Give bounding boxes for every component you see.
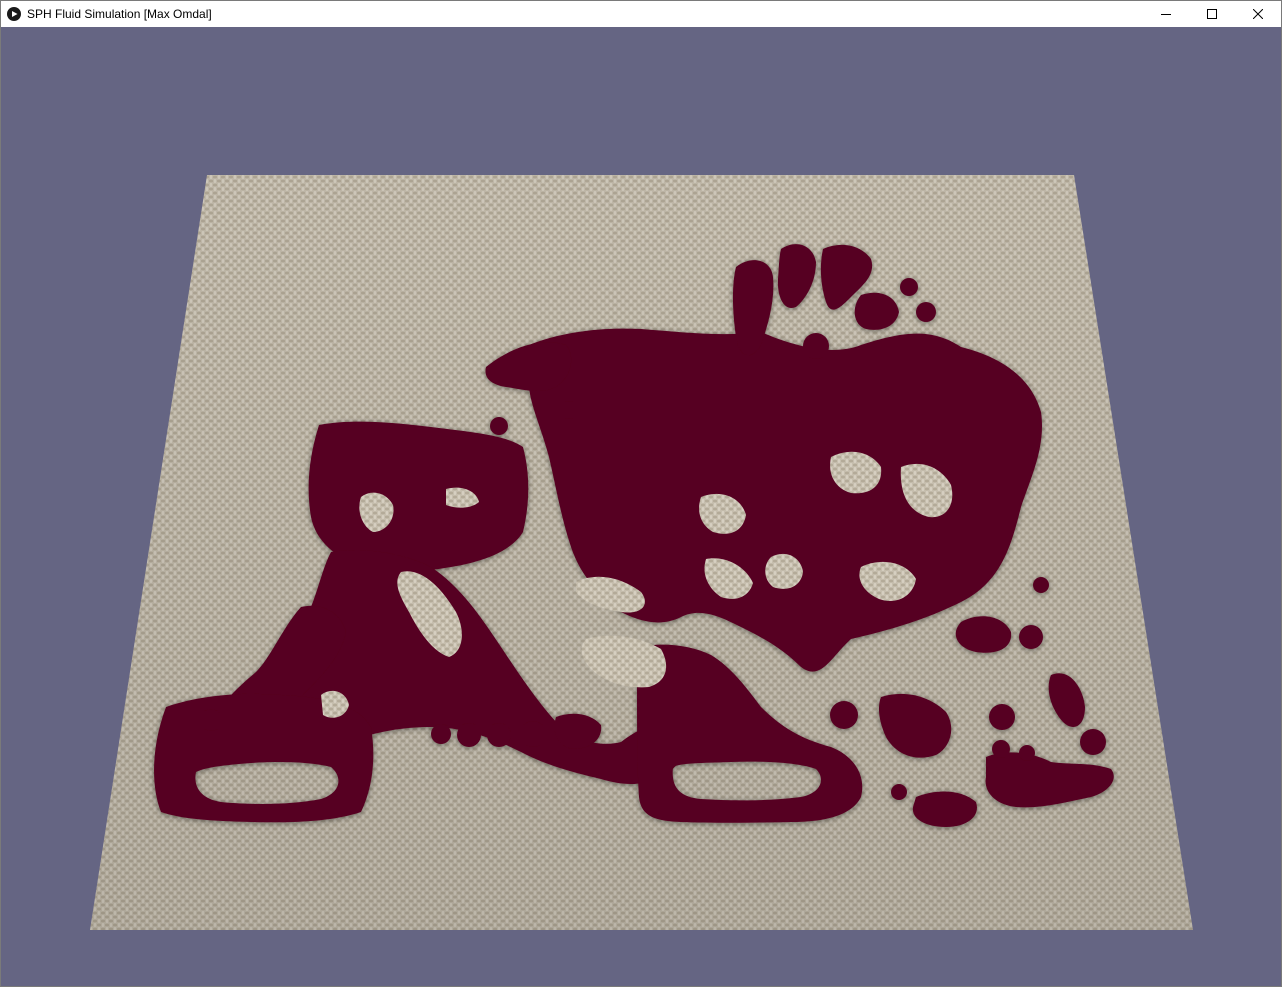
close-icon	[1253, 9, 1263, 19]
window-title: SPH Fluid Simulation [Max Omdal]	[27, 7, 212, 21]
play-circle-icon	[7, 7, 21, 21]
render-viewport[interactable]	[1, 27, 1281, 986]
close-button[interactable]	[1235, 1, 1281, 27]
scene-canvas	[90, 175, 1193, 930]
minimize-icon	[1161, 9, 1171, 19]
window-controls	[1143, 1, 1281, 27]
title-bar[interactable]: SPH Fluid Simulation [Max Omdal]	[1, 1, 1281, 27]
app-window: SPH Fluid Simulation [Max Omdal]	[0, 0, 1282, 987]
maximize-icon	[1207, 9, 1217, 19]
minimize-button[interactable]	[1143, 1, 1189, 27]
maximize-button[interactable]	[1189, 1, 1235, 27]
